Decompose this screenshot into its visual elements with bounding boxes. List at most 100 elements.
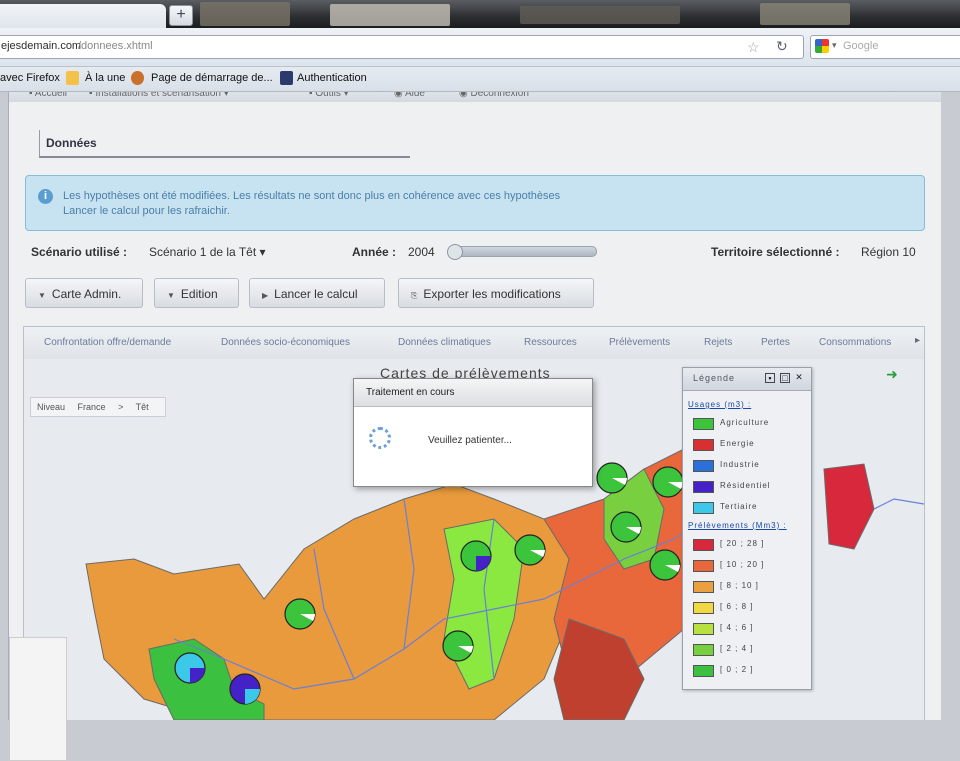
- bookmarks-bar: avec Firefox À la une Page de démarrage …: [0, 67, 960, 92]
- info-icon: i: [38, 189, 53, 204]
- google-icon: [815, 39, 829, 53]
- search-box[interactable]: ▾ Google: [810, 35, 960, 59]
- processing-dialog: Traitement en cours Veuillez patienter..…: [353, 378, 593, 487]
- breadcrumb: Niveau France > Têt: [30, 397, 166, 417]
- legend-label: [ 2 ; 4 ]: [720, 644, 754, 653]
- menu-item[interactable]: ▪ Outils ▾: [309, 92, 349, 99]
- river: [873, 498, 924, 510]
- tab-confrontation[interactable]: Confrontation offre/demande: [44, 337, 171, 348]
- navigation-bar: ejesdemain.com /donnees.xhtml ☆ ↻ ▾ Goog…: [0, 28, 960, 67]
- legend-label: [ 10 ; 20 ]: [720, 560, 765, 569]
- breadcrumb-item[interactable]: Têt: [136, 402, 149, 412]
- legend-swatch: [693, 560, 714, 572]
- breadcrumb-item: Niveau: [37, 402, 66, 412]
- bookmark-firefox[interactable]: avec Firefox: [0, 72, 60, 84]
- legend-label: [ 0 ; 2 ]: [720, 665, 754, 674]
- url-host: ejesdemain.com: [1, 40, 82, 52]
- menu-item[interactable]: ▪ Accueil: [29, 92, 67, 99]
- menu-item[interactable]: ▪ Installations et scénarisation ▾: [89, 92, 229, 99]
- tab-socio-economiques[interactable]: Données socio-économiques: [221, 337, 350, 348]
- menu-item[interactable]: ◉ Aide: [394, 92, 425, 99]
- tab-pertes[interactable]: Pertes: [761, 337, 790, 348]
- legend-header: Légende ▪ □ ✕: [683, 368, 811, 391]
- bookmark-authentication[interactable]: Authentication: [297, 72, 367, 84]
- legend-swatch: [693, 460, 714, 472]
- address-bar[interactable]: ejesdemain.com /donnees.xhtml ☆ ↻: [0, 35, 804, 59]
- breadcrumb-item[interactable]: France: [78, 402, 106, 412]
- background-video: [520, 6, 680, 24]
- map-region: [823, 463, 875, 550]
- legend-label: [ 4 ; 6 ]: [720, 623, 754, 632]
- chevron-down-icon[interactable]: ▾: [832, 40, 837, 51]
- legend-panel: Légende ▪ □ ✕ Usages (m3) : Agriculture E…: [682, 367, 812, 690]
- legend-label: [ 8 ; 10 ]: [720, 581, 759, 590]
- app-menu-bar: ▪ Accueil ▪ Installations et scénarisati…: [9, 92, 941, 102]
- legend-swatch: [693, 539, 714, 551]
- legend-swatch: [693, 581, 714, 593]
- territory-label: Territoire sélectionné :: [711, 245, 840, 259]
- chevron-down-icon: ▼: [38, 291, 46, 300]
- legend-swatch: [693, 623, 714, 635]
- bookmark-demarrage[interactable]: Page de démarrage de...: [151, 72, 273, 84]
- reload-icon[interactable]: ↻: [776, 38, 788, 55]
- territory-value: Région 10: [861, 245, 916, 259]
- browser-tab-bar: +: [0, 0, 960, 28]
- bookmark-a-la-une[interactable]: À la une: [85, 72, 125, 84]
- legend-swatch: [693, 665, 714, 677]
- tab-consommations[interactable]: Consommations: [819, 337, 891, 348]
- legend-swatch: [693, 481, 714, 493]
- legend-label: Energie: [720, 439, 755, 448]
- tab-rejets[interactable]: Rejets: [704, 337, 732, 348]
- bookmark-star-icon[interactable]: ☆: [747, 39, 760, 56]
- tab-scroll-right-icon[interactable]: ▸: [915, 335, 920, 346]
- page-title: Données: [46, 136, 97, 150]
- tab-prelevements[interactable]: Prélèvements: [609, 337, 670, 348]
- carte-admin-button[interactable]: ▼ Carte Admin.: [25, 278, 143, 308]
- export-icon: ⎘: [411, 291, 418, 300]
- maximize-icon[interactable]: □: [780, 373, 790, 383]
- legend-label: Résidentiel: [720, 481, 771, 490]
- search-placeholder: Google: [843, 40, 879, 52]
- breadcrumb-separator: >: [118, 402, 124, 412]
- minimize-icon[interactable]: ▪: [765, 373, 775, 383]
- edition-button[interactable]: ▼ Edition: [154, 278, 239, 308]
- chevron-down-icon: ▼: [167, 291, 175, 300]
- dialog-title: Traitement en cours: [366, 387, 455, 398]
- background-video: [760, 3, 850, 25]
- background-video: [200, 2, 290, 26]
- browser-tab[interactable]: [0, 4, 166, 28]
- info-text: Lancer le calcul pour les rafraichir.: [63, 205, 230, 217]
- legend-label: Tertiaire: [720, 502, 758, 511]
- export-button[interactable]: ⎘ Exporter les modifications: [398, 278, 594, 308]
- legend-label: Agriculture: [720, 418, 770, 427]
- menu-item[interactable]: ◉ Déconnexion: [459, 92, 529, 99]
- tab-climatiques[interactable]: Données climatiques: [398, 337, 491, 348]
- year-slider[interactable]: [447, 244, 597, 260]
- tab-ressources[interactable]: Ressources: [524, 337, 577, 348]
- year-value: 2004: [408, 245, 435, 259]
- background-video: [330, 4, 450, 26]
- run-calculation-button[interactable]: ▶ Lancer le calcul: [249, 278, 385, 308]
- legend-swatch: [693, 502, 714, 514]
- legend-section-title: Prélèvements (Mm3) :: [688, 521, 787, 530]
- play-icon: ▶: [262, 291, 269, 300]
- folder-icon: [66, 71, 79, 85]
- info-text: Les hypothèses ont été modifiées. Les ré…: [63, 190, 561, 202]
- slider-handle[interactable]: [447, 244, 463, 260]
- legend-swatch: [693, 602, 714, 614]
- arrow-right-icon[interactable]: ➜: [886, 366, 898, 383]
- firefox-icon: [131, 71, 144, 85]
- close-icon[interactable]: ✕: [795, 373, 803, 382]
- scenario-select[interactable]: Scénario 1 de la Têt ▾: [149, 245, 266, 259]
- dialog-header: Traitement en cours: [354, 379, 592, 407]
- year-label: Année :: [352, 245, 397, 259]
- legend-label: [ 20 ; 28 ]: [720, 539, 765, 548]
- legend-label: Industrie: [720, 460, 760, 469]
- section-header: Données: [39, 130, 410, 158]
- legend-swatch: [693, 644, 714, 656]
- legend-swatch: [693, 418, 714, 430]
- legend-section-title: Usages (m3) :: [688, 400, 752, 409]
- legend-title: Légende: [693, 373, 736, 383]
- legend-swatch: [693, 439, 714, 451]
- new-tab-button[interactable]: +: [169, 5, 193, 26]
